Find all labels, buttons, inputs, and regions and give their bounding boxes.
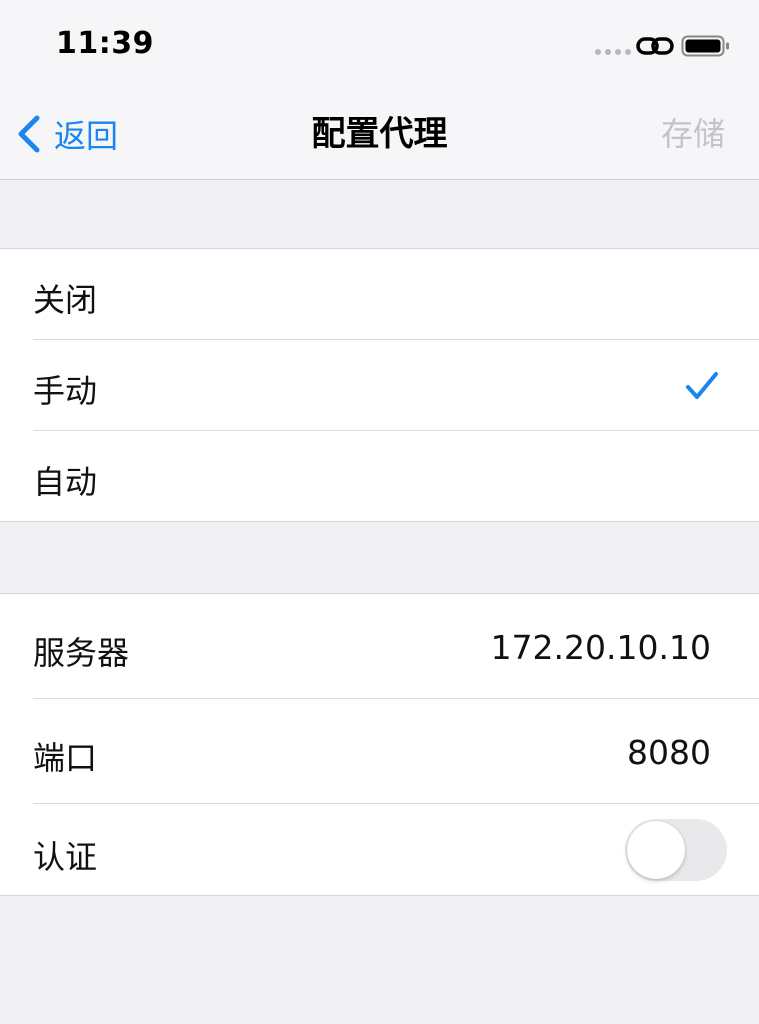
save-button[interactable]: 存储	[661, 112, 725, 156]
authentication-label: 认证	[33, 838, 98, 876]
proxy-mode-group: 关闭 手动 自动	[0, 248, 759, 522]
mode-option-auto[interactable]: 自动	[0, 431, 759, 521]
proxy-server-group: 服务器 172.20.10.10 端口 8080 认证	[0, 593, 759, 896]
battery-icon	[681, 35, 729, 57]
mode-option-label: 手动	[33, 372, 98, 410]
server-address-field[interactable]: 172.20.10.10	[491, 628, 711, 667]
server-row[interactable]: 服务器 172.20.10.10	[0, 594, 759, 699]
port-label: 端口	[33, 739, 98, 777]
proxy-config-screen: 11:39 返回 配置代理 存储 关闭 手动 自动 服务器 172.20.10.…	[0, 0, 759, 1024]
toggle-knob	[627, 821, 685, 879]
authentication-toggle[interactable]	[625, 819, 727, 881]
page-title: 配置代理	[311, 114, 448, 154]
mode-option-manual[interactable]: 手动	[0, 340, 759, 431]
status-bar: 11:39	[0, 0, 759, 90]
status-time: 11:39	[56, 26, 154, 61]
server-label: 服务器	[33, 634, 130, 672]
signal-dots-icon	[595, 49, 633, 57]
authentication-row: 认证	[0, 804, 759, 895]
link-icon	[636, 37, 674, 55]
navigation-bar: 返回 配置代理 存储	[0, 90, 759, 180]
mode-option-off[interactable]: 关闭	[0, 249, 759, 340]
mode-option-label: 关闭	[33, 281, 98, 319]
port-row[interactable]: 端口 8080	[0, 699, 759, 804]
checkmark-icon	[686, 372, 718, 399]
port-field[interactable]: 8080	[627, 733, 711, 772]
mode-option-label: 自动	[33, 463, 98, 501]
